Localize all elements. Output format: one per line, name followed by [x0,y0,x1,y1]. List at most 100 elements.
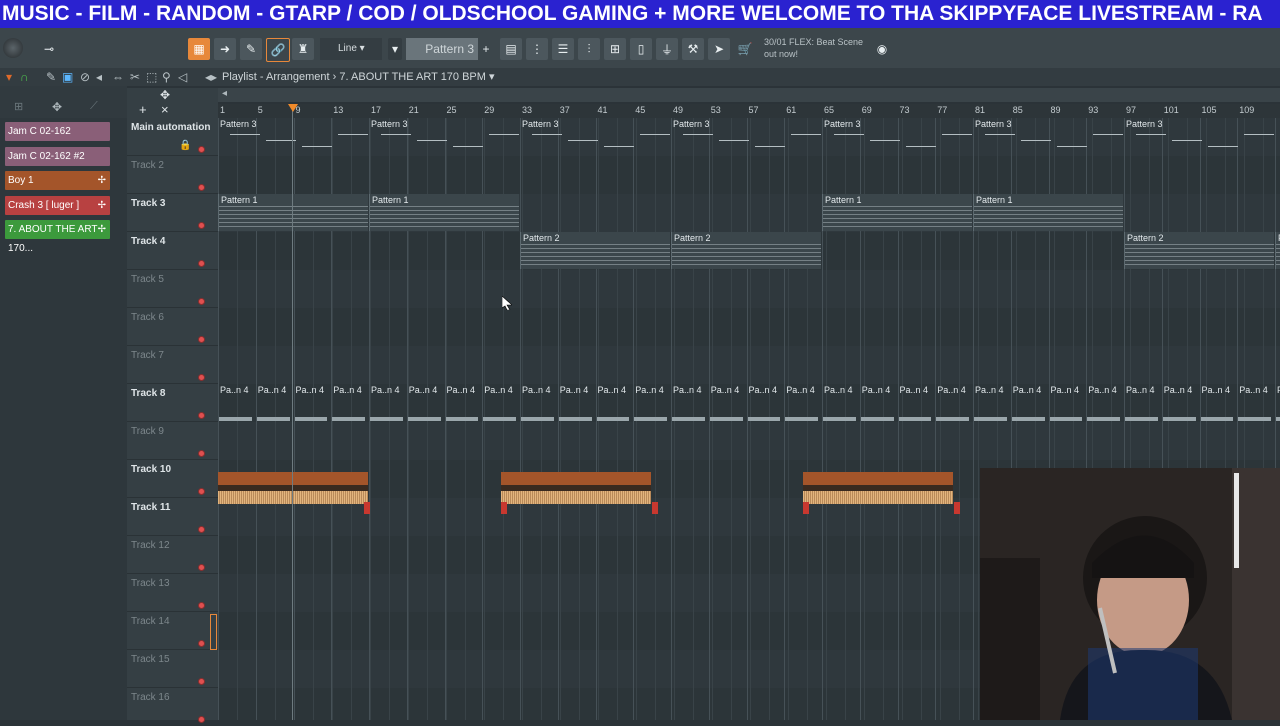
track-mute-led[interactable] [198,184,205,191]
playlist-clip[interactable]: Pattern 3 [973,118,1123,155]
track-mute-led[interactable] [198,260,205,267]
track-header[interactable]: Track 8 [127,384,218,422]
slice-icon[interactable]: ✂ [130,70,140,84]
playlist-clip[interactable]: Pa..n 4 [1011,384,1048,421]
playback-icon[interactable]: ◁ [178,70,187,84]
playlist-clip[interactable]: Pa..n 4 [482,384,519,421]
playlist-clip[interactable]: Pa..n 4 [860,384,897,421]
playlist-clip[interactable]: Pa..n 4 [520,384,557,421]
track-selection-marker[interactable] [210,614,217,650]
playlist-clip[interactable]: Pattern 2 [1124,232,1274,269]
playlist-clip[interactable]: Pa..n 4 [784,384,821,421]
track-header[interactable]: Track 13 [127,574,218,612]
playlist-clip[interactable]: Pa..n 4 [709,384,746,421]
playlist-clip[interactable]: Pattern 1 [973,194,1123,231]
move-icon[interactable]: ✥ [52,100,62,114]
playlist-clip[interactable]: Pa..n 4 [898,384,935,421]
track-header[interactable]: Main automation 🔒 [127,118,218,156]
crash-clip[interactable] [954,502,961,514]
track-mute-led[interactable] [198,146,205,153]
mute-icon[interactable]: ◂ [96,70,102,84]
playlist-clip[interactable]: Pattern 2 [671,232,821,269]
playlist-clip[interactable]: Pattern 3 [218,118,368,155]
track-header[interactable]: Track 12 [127,536,218,574]
track-mute-led[interactable] [198,336,205,343]
clip-source-item[interactable]: Jam C 02-162 [5,122,110,141]
arrow-right-icon[interactable]: ➜ [214,38,236,60]
plugin-icon[interactable]: ⏚ [656,38,678,60]
playlist-clip[interactable]: Pa..n 4 [218,384,255,421]
link-icon[interactable]: 🔗 [266,38,290,62]
track-header[interactable]: Track 9 [127,422,218,460]
playlist-clip[interactable]: Pa..n 4 [822,384,859,421]
send-icon[interactable]: ➤ [708,38,730,60]
crash-clip[interactable] [803,502,810,514]
track-header[interactable]: Track 3 [127,194,218,232]
select-icon[interactable]: ⬚ [146,70,157,84]
wand-icon[interactable]: ⟋ [90,100,98,113]
arrows-icon[interactable]: ◂▸ [205,70,217,84]
track-header[interactable]: Track 11 [127,498,218,536]
playhead-marker[interactable] [288,104,298,112]
playlist-clip[interactable]: Pa..n 4 [1162,384,1199,421]
playlist-clip[interactable]: Pa..n 4 [1275,384,1280,421]
track-mute-led[interactable] [198,488,205,495]
track-mute-led[interactable] [198,412,205,419]
snap-select[interactable]: Line ▾ [320,38,382,60]
delete-icon[interactable]: ⊘ [80,70,90,84]
playlist-icon[interactable]: ▤ [500,38,522,60]
browser-icon[interactable]: ⊞ [604,38,626,60]
pattern-selector[interactable]: Pattern 3 [406,38,478,60]
track-mute-led[interactable] [198,450,205,457]
playlist-clip[interactable]: Pattern 3 [1124,118,1274,155]
globe-icon[interactable]: ◉ [874,38,890,60]
typing-keyboard-button[interactable]: ▦ [188,38,210,60]
track-mute-led[interactable] [198,374,205,381]
playlist-clip[interactable]: Pa..n 4 [1200,384,1237,421]
playlist-clip[interactable]: Pattern 2 [520,232,670,269]
channel-rack-icon[interactable]: ☰ [552,38,574,60]
playlist-clip[interactable]: Pattern 1 [218,194,368,231]
playlist-clip[interactable]: Boy 1 [501,472,652,504]
piano-roll-icon[interactable]: ⋮ [526,38,548,60]
playlist-clip[interactable]: Pattern 3 [520,118,670,155]
clip-source-item[interactable]: Jam C 02-162 #2 [5,146,110,166]
playlist-clip[interactable]: Pa..n 4 [1237,384,1274,421]
news-panel[interactable]: 30/01 FLEX: Beat Scene out now! [764,36,863,60]
magnet-icon[interactable]: ∩ [20,70,29,84]
playlist-clip[interactable]: Pa..n 4 [445,384,482,421]
dropdown-arrow-icon[interactable]: ▾ [6,70,12,84]
clip-move-icon[interactable]: ✢ [98,171,106,190]
playlist-clip[interactable]: Pattern 1 [369,194,519,231]
scroll-arrows-icon[interactable]: ✥ [160,88,170,102]
timeline-ruler[interactable]: 1 5 9 13 17 21 25 29 33 37 41 45 49 53 57 61 65 69 73 77 81 8… [218,104,1280,118]
playlist-clip[interactable]: Pa..n 4 [407,384,444,421]
playlist-clip[interactable]: Pa..n 4 [973,384,1010,421]
zoom-icon[interactable]: ⚲ [162,70,171,84]
playlist-clip[interactable]: Boy 1 [218,472,368,504]
paint-icon[interactable]: ▣ [62,70,73,84]
stamp-icon[interactable]: ♜ [292,38,314,60]
clip-source-item[interactable]: 7. ABOUT THE ART 170... ✢ [5,220,110,254]
playlist-clip[interactable]: Pa..n 4 [256,384,293,421]
track-mute-led[interactable] [198,678,205,685]
track-header[interactable]: Track 14 [127,612,218,650]
clip-source-item[interactable]: Crash 3 [ luger ] ✢ [5,195,110,215]
shop-icon[interactable]: 🛒 [734,38,756,60]
track-header[interactable]: Track 10 [127,460,218,498]
playlist-clip[interactable]: Pa..n 4 [935,384,972,421]
brush-icon[interactable]: ✎ [240,38,262,60]
track-header[interactable]: Track 4 [127,232,218,270]
track-mute-led[interactable] [198,298,205,305]
lock-icon[interactable]: 🔒 [179,140,191,151]
playlist-clip[interactable]: Boy 1 [803,472,954,504]
remove-track-icon[interactable]: × [161,102,169,117]
playlist-clip[interactable]: Pa..n 4 [331,384,368,421]
file-icon[interactable]: ▯ [630,38,652,60]
playlist-clip[interactable]: Pa..n 4 [558,384,595,421]
playlist-clip[interactable]: Pa..n 4 [747,384,784,421]
crash-clip[interactable] [652,502,659,514]
grid-icon[interactable]: ⊞ [14,100,23,113]
playlist-clip[interactable]: Pattern 3 [369,118,519,155]
playlist-clip[interactable]: Pattern 3 [671,118,821,155]
